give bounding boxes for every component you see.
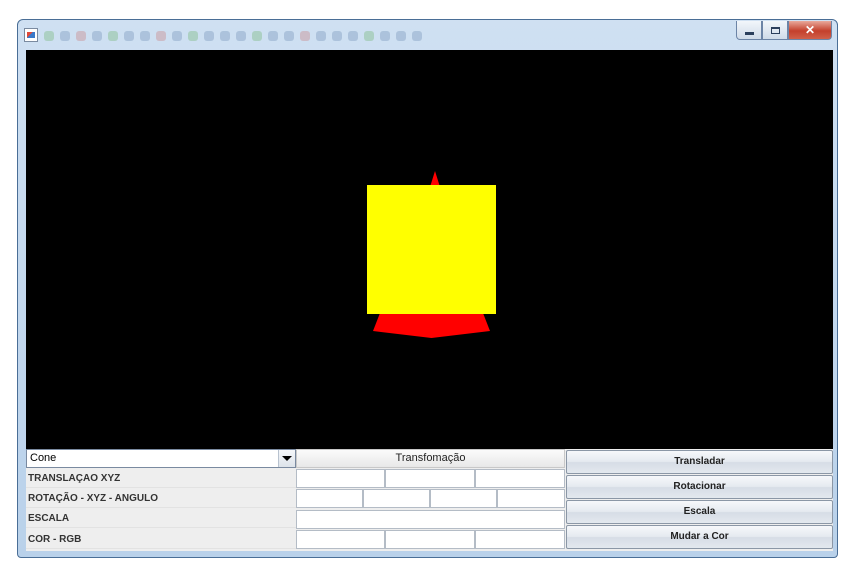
close-button[interactable]: ✕ [788, 21, 832, 40]
color-label: COR - RGB [26, 530, 296, 549]
rotation-label: ROTAÇÃO - XYZ - ANGULO [26, 489, 296, 508]
color-r-input[interactable] [296, 530, 385, 549]
cone-base [373, 313, 490, 338]
rotate-button[interactable]: Rotacionar [566, 475, 833, 499]
shape-select-value: Cone [30, 452, 57, 464]
background-toolbar-ghost [44, 28, 544, 42]
yellow-cube [367, 185, 496, 314]
maximize-button[interactable] [762, 21, 788, 40]
translate-y-input[interactable] [385, 469, 475, 488]
rotate-angle-input[interactable] [497, 489, 565, 508]
color-g-input[interactable] [385, 530, 475, 549]
translate-button[interactable]: Transladar [566, 450, 833, 474]
translation-label: TRANSLAÇAO XYZ [26, 469, 296, 488]
title-bar[interactable]: ✕ [18, 20, 837, 50]
color-b-input[interactable] [475, 530, 565, 549]
shape-select[interactable]: Cone [26, 449, 296, 468]
change-color-button[interactable]: Mudar a Cor [566, 525, 833, 549]
scale-label: ESCALA [26, 509, 296, 528]
maximize-icon [770, 26, 780, 34]
rotate-y-input[interactable] [363, 489, 430, 508]
close-icon: ✕ [804, 23, 816, 37]
chevron-down-icon[interactable] [278, 450, 295, 467]
java-app-icon [24, 28, 38, 42]
scale-input[interactable] [296, 510, 565, 529]
application-window: ✕ Cone Transfomação TRANSLAÇAO XYZ ROTAÇ… [17, 19, 838, 558]
rotate-x-input[interactable] [296, 489, 363, 508]
3d-viewport[interactable] [26, 50, 833, 449]
rotate-z-input[interactable] [430, 489, 497, 508]
transform-panel: Cone Transfomação TRANSLAÇAO XYZ ROTAÇÃO… [26, 449, 833, 551]
transform-header: Transfomação [296, 449, 565, 468]
translate-x-input[interactable] [296, 469, 385, 488]
translate-z-input[interactable] [475, 469, 565, 488]
window-controls: ✕ [736, 21, 832, 40]
scale-button[interactable]: Escala [566, 500, 833, 524]
minimize-icon [744, 31, 754, 35]
minimize-button[interactable] [736, 21, 762, 40]
